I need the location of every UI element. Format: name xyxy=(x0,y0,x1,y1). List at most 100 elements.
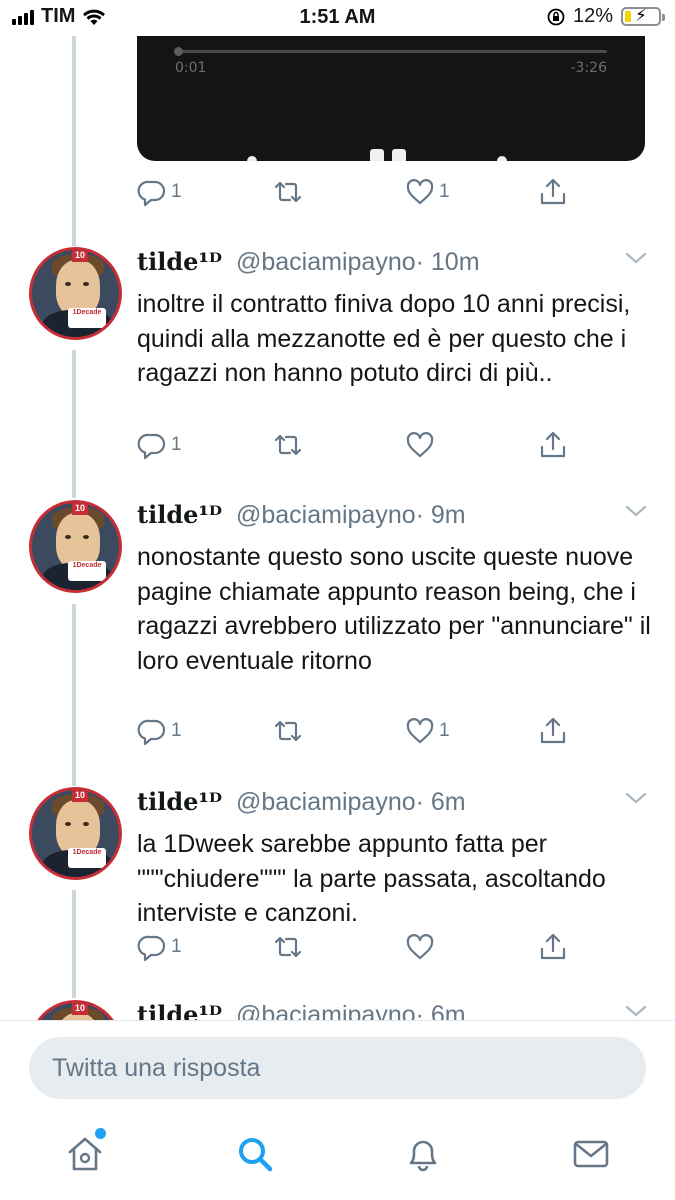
new-content-dot xyxy=(95,1128,106,1139)
avatar-badge-text: 1Decade xyxy=(68,308,106,328)
video-player[interactable]: 0:01 -3:26 xyxy=(137,36,645,161)
handle[interactable]: @baciamipayno xyxy=(236,501,416,530)
retweet-icon xyxy=(274,181,302,203)
chevron-down-icon[interactable] xyxy=(625,504,647,518)
reply-button[interactable]: 1 xyxy=(137,177,182,207)
like-button[interactable] xyxy=(405,932,439,962)
avatar-badge-number: 10 xyxy=(72,503,88,515)
handle[interactable]: @baciamipayno xyxy=(236,1001,416,1020)
retweet-icon xyxy=(274,434,302,456)
thread-line xyxy=(72,36,76,246)
pause-icon[interactable] xyxy=(370,149,406,161)
retweet-button[interactable] xyxy=(272,932,308,962)
timestamp: · 6m xyxy=(415,788,466,816)
reply-input[interactable] xyxy=(29,1037,646,1099)
chevron-down-icon[interactable] xyxy=(625,1004,647,1018)
chevron-down-icon[interactable] xyxy=(625,791,647,805)
orientation-lock-icon xyxy=(547,8,565,25)
avatar-badge-number: 10 xyxy=(72,790,88,802)
battery-charging-icon: ⚡ xyxy=(621,6,665,26)
like-button[interactable]: 1 xyxy=(405,177,450,207)
home-icon xyxy=(68,1137,102,1171)
battery-percent: 12% xyxy=(572,5,613,27)
display-name[interactable]: tilde¹ᴰ xyxy=(137,787,222,816)
avatar[interactable]: 10 1Decade xyxy=(29,247,122,340)
like-count: 1 xyxy=(439,720,450,741)
handle[interactable]: @baciamipayno xyxy=(236,248,416,277)
handle[interactable]: @baciamipayno xyxy=(236,788,416,817)
tab-search[interactable] xyxy=(233,1132,277,1176)
reply-count: 1 xyxy=(171,720,182,741)
status-right: 12% ⚡ xyxy=(547,5,665,28)
forward-icon[interactable] xyxy=(497,156,507,161)
like-button[interactable]: 1 xyxy=(405,716,450,746)
tweet[interactable]: 10 1Decade tilde¹ᴰ @baciamipayno · 9m no… xyxy=(0,500,675,770)
video-elapsed: 0:01 xyxy=(175,60,207,76)
rewind-icon[interactable] xyxy=(247,156,257,161)
like-count: 1 xyxy=(439,181,450,202)
messages-icon xyxy=(573,1140,609,1168)
heart-icon xyxy=(406,934,434,960)
reply-composer-bar xyxy=(0,1020,675,1110)
tweet-actions: 1 1 xyxy=(137,716,577,748)
video-scrubber[interactable] xyxy=(174,47,607,56)
avatar[interactable]: 10 1Decade xyxy=(29,500,122,593)
avatar-badge-text: 1Decade xyxy=(68,561,106,581)
like-button[interactable] xyxy=(405,430,439,460)
retweet-icon xyxy=(274,936,302,958)
tab-notifications[interactable] xyxy=(401,1132,445,1176)
tweet-text: la 1Dweek sarebbe appunto fatta per """c… xyxy=(137,830,606,927)
tweet[interactable]: 10 1Decade tilde¹ᴰ @baciamipayno · 6m la… xyxy=(0,787,675,987)
tweet[interactable]: 10 1Decade tilde¹ᴰ @baciamipayno · 10m i… xyxy=(0,247,675,477)
reply-count: 1 xyxy=(171,936,182,957)
retweet-icon xyxy=(274,720,302,742)
tweet-header: tilde¹ᴰ @baciamipayno · 6m xyxy=(137,1000,466,1020)
avatar-badge-number: 10 xyxy=(72,1003,88,1015)
reply-count: 1 xyxy=(171,434,182,455)
tweet-header: tilde¹ᴰ @baciamipayno · 6m xyxy=(137,787,466,817)
timestamp: · 9m xyxy=(415,501,466,529)
share-button[interactable] xyxy=(538,177,568,207)
search-icon xyxy=(239,1138,273,1172)
tab-messages[interactable] xyxy=(569,1132,613,1176)
share-icon xyxy=(540,717,566,744)
share-icon xyxy=(540,178,566,205)
reply-icon xyxy=(137,935,166,962)
notifications-icon xyxy=(409,1140,437,1172)
timestamp: · 10m xyxy=(415,248,480,276)
share-button[interactable] xyxy=(538,430,568,460)
tab-bar xyxy=(0,1110,675,1200)
heart-icon xyxy=(406,432,434,458)
reply-icon xyxy=(137,719,166,746)
tweet-header: tilde¹ᴰ @baciamipayno · 9m xyxy=(137,500,466,530)
reply-button[interactable]: 1 xyxy=(137,932,182,962)
retweet-button[interactable] xyxy=(272,430,308,460)
avatar-badge-text: 1Decade xyxy=(68,848,106,868)
tweet[interactable]: 10 tilde¹ᴰ @baciamipayno · 6m xyxy=(0,1000,675,1020)
tweet-header: tilde¹ᴰ @baciamipayno · 10m xyxy=(137,247,480,277)
share-button[interactable] xyxy=(538,716,568,746)
display-name[interactable]: tilde¹ᴰ xyxy=(137,1000,222,1020)
avatar-badge-number: 10 xyxy=(72,250,88,262)
reply-icon xyxy=(137,433,166,460)
reply-icon xyxy=(137,180,166,207)
avatar[interactable]: 10 xyxy=(29,1000,122,1020)
display-name[interactable]: tilde¹ᴰ xyxy=(137,500,222,529)
chevron-down-icon[interactable] xyxy=(625,251,647,265)
tweet-actions: 1 xyxy=(137,430,577,462)
tweet-text: nonostante questo sono uscite queste nuo… xyxy=(137,543,651,675)
timestamp: · 6m xyxy=(415,1001,466,1020)
tweet-text: inoltre il contratto finiva dopo 10 anni… xyxy=(137,290,631,387)
heart-icon xyxy=(406,179,434,205)
retweet-button[interactable] xyxy=(272,177,308,207)
avatar[interactable]: 10 1Decade xyxy=(29,787,122,880)
heart-icon xyxy=(406,718,434,744)
share-icon xyxy=(540,431,566,458)
reply-button[interactable]: 1 xyxy=(137,430,182,460)
scrubber-knob[interactable] xyxy=(174,47,183,56)
retweet-button[interactable] xyxy=(272,716,308,746)
reply-button[interactable]: 1 xyxy=(137,716,182,746)
display-name[interactable]: tilde¹ᴰ xyxy=(137,247,222,276)
tweet-actions: 1 1 xyxy=(137,177,577,209)
share-button[interactable] xyxy=(538,932,568,962)
